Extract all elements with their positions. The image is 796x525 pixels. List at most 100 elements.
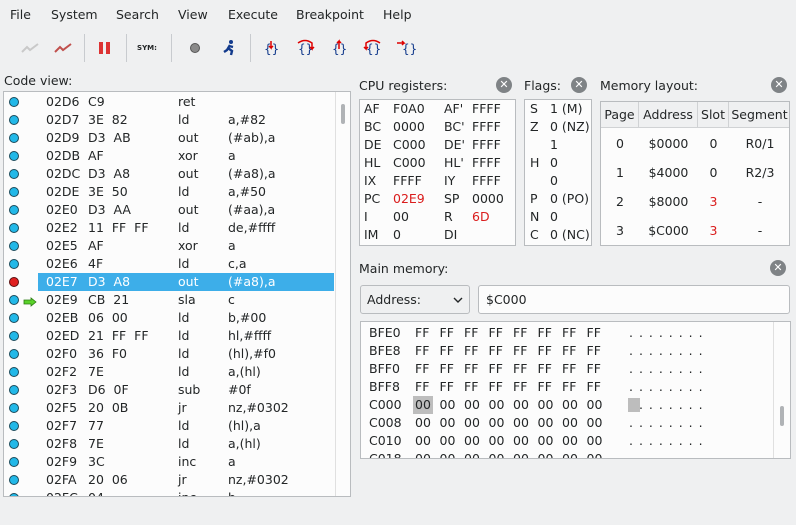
menu-search[interactable]: Search bbox=[116, 7, 159, 22]
main-memory-panel[interactable]: BFE0 FF FF FF FF FF FF FF FF. . . . . . . . BFE8 F… bbox=[360, 321, 791, 459]
code-row[interactable]: 02E7 D3 A8 out (#a8),a bbox=[38, 273, 334, 291]
header-address[interactable]: Address bbox=[639, 102, 698, 128]
memory-byte[interactable]: FF bbox=[462, 360, 480, 378]
code-row[interactable]: 02E9 CB 21 sla c bbox=[38, 291, 334, 309]
connect-button[interactable] bbox=[18, 35, 42, 61]
memory-byte[interactable]: 00 bbox=[438, 432, 458, 450]
breakpoint-marker[interactable] bbox=[9, 331, 19, 341]
memory-byte[interactable]: FF bbox=[560, 360, 578, 378]
memory-byte[interactable]: 00 bbox=[585, 396, 605, 414]
memory-byte[interactable]: 00 bbox=[560, 396, 580, 414]
code-row[interactable]: 02FA 20 06 jr nz,#0302 bbox=[38, 471, 334, 489]
memory-byte[interactable]: FF bbox=[413, 342, 431, 360]
memory-byte[interactable]: 00 bbox=[560, 450, 580, 458]
memory-byte[interactable]: 00 bbox=[487, 450, 507, 458]
code-row[interactable]: 02D6 C9 ret bbox=[38, 93, 334, 111]
memory-row[interactable]: BFF8 FF FF FF FF FF FF FF FF . . . . . . . . bbox=[369, 378, 769, 396]
memory-byte[interactable]: 00 bbox=[462, 432, 482, 450]
memory-byte[interactable]: FF bbox=[560, 342, 578, 360]
step-out-button[interactable]: {} bbox=[327, 35, 351, 61]
breakpoint-marker[interactable] bbox=[9, 169, 19, 179]
memory-byte[interactable]: FF bbox=[413, 360, 431, 378]
breakpoint-marker[interactable] bbox=[9, 295, 19, 305]
register-value[interactable]: 0000 bbox=[393, 118, 425, 136]
memory-row[interactable]: C000 00 00 00 00 00 00 00 00. . . . . . . . bbox=[369, 396, 769, 414]
header-segment[interactable]: Segment bbox=[729, 102, 789, 128]
breakpoint-marker[interactable] bbox=[9, 259, 19, 269]
address-mode-select[interactable]: Address: bbox=[360, 285, 470, 314]
memory-byte[interactable]: FF bbox=[585, 342, 603, 360]
memory-byte[interactable]: FF bbox=[438, 360, 456, 378]
memory-byte[interactable]: 00 bbox=[462, 396, 482, 414]
menu-execute[interactable]: Execute bbox=[228, 7, 278, 22]
memory-byte[interactable]: 00 bbox=[536, 396, 556, 414]
register-value[interactable]: C000 bbox=[393, 154, 426, 172]
memory-byte[interactable]: 00 bbox=[585, 432, 605, 450]
code-view-panel[interactable]: 02D6 C9 ret 02D7 3E 82 ld a,#82 02D9 D3 AB out (#a… bbox=[3, 91, 351, 497]
code-row[interactable]: 02F0 36 F0 ld (hl),#f0 bbox=[38, 345, 334, 363]
breakpoint-marker[interactable] bbox=[9, 493, 19, 496]
breakpoint-marker[interactable] bbox=[9, 241, 19, 251]
menu-breakpoint[interactable]: Breakpoint bbox=[296, 7, 364, 22]
code-row[interactable]: 02F7 77 ld (hl),a bbox=[38, 417, 334, 435]
register-value[interactable]: C000 bbox=[393, 136, 426, 154]
code-row[interactable]: 02F5 20 0B jr nz,#0302 bbox=[38, 399, 334, 417]
register-value[interactable]: F0A0 bbox=[393, 100, 425, 118]
memory-byte[interactable]: 00 bbox=[413, 414, 433, 432]
breakpoint-marker[interactable] bbox=[9, 115, 19, 125]
disconnect-button[interactable] bbox=[51, 35, 75, 61]
breakpoint-marker[interactable] bbox=[9, 187, 19, 197]
menu-file[interactable]: File bbox=[10, 7, 31, 22]
memory-byte[interactable]: 00 bbox=[438, 396, 458, 414]
memory-byte[interactable]: FF bbox=[413, 378, 431, 396]
flag-value[interactable]: 0 (NC) bbox=[550, 226, 590, 244]
breakpoint-marker[interactable] bbox=[9, 97, 19, 107]
code-row[interactable]: 02D9 D3 AB out (#ab),a bbox=[38, 129, 334, 147]
breakpoint-marker[interactable] bbox=[9, 205, 19, 215]
memory-byte[interactable]: 00 bbox=[487, 396, 507, 414]
memory-byte[interactable]: FF bbox=[438, 324, 456, 342]
code-row[interactable]: 02DE 3E 50 ld a,#50 bbox=[38, 183, 334, 201]
memory-scroll-handle[interactable] bbox=[780, 406, 784, 426]
memory-byte[interactable]: 00 bbox=[536, 414, 556, 432]
menu-view[interactable]: View bbox=[178, 7, 208, 22]
address-input[interactable]: $C000 bbox=[478, 285, 790, 314]
flag-value[interactable]: 0 bbox=[550, 172, 558, 190]
memory-byte[interactable]: FF bbox=[487, 324, 505, 342]
memory-byte[interactable]: FF bbox=[536, 324, 554, 342]
memory-row[interactable]: BFE8 FF FF FF FF FF FF FF FF . . . . . . . . bbox=[369, 342, 769, 360]
flag-value[interactable]: 1 (M) bbox=[550, 100, 582, 118]
breakpoint-marker[interactable] bbox=[9, 313, 19, 323]
memory-byte[interactable]: 00 bbox=[511, 396, 531, 414]
memory-byte[interactable]: 00 bbox=[413, 396, 433, 414]
memory-byte[interactable]: FF bbox=[462, 324, 480, 342]
register-value[interactable]: 0000 bbox=[472, 190, 504, 208]
memory-byte[interactable]: 00 bbox=[413, 432, 433, 450]
code-row[interactable]: 02EB 06 00 ld b,#00 bbox=[38, 309, 334, 327]
code-row[interactable]: 02D7 3E 82 ld a,#82 bbox=[38, 111, 334, 129]
breakpoint-button[interactable] bbox=[183, 35, 207, 61]
memory-byte[interactable]: FF bbox=[487, 378, 505, 396]
memory-byte[interactable]: FF bbox=[511, 342, 529, 360]
breakpoint-marker[interactable] bbox=[9, 151, 19, 161]
memory-row[interactable]: BFF0 FF FF FF FF FF FF FF FF . . . . . . . . bbox=[369, 360, 769, 378]
breakpoint-marker[interactable] bbox=[9, 421, 19, 431]
memory-byte[interactable]: FF bbox=[487, 360, 505, 378]
memory-byte[interactable]: 00 bbox=[487, 432, 507, 450]
flag-value[interactable]: 0 bbox=[550, 154, 558, 172]
memory-byte[interactable]: 00 bbox=[413, 450, 433, 458]
register-value[interactable]: 0 bbox=[393, 226, 401, 244]
flag-value[interactable]: 0 (NZ) bbox=[550, 118, 590, 136]
memory-byte[interactable]: 00 bbox=[536, 450, 556, 458]
code-row[interactable]: 02F3 D6 0F sub #0f bbox=[38, 381, 334, 399]
code-row[interactable]: 02E2 11 FF FF ld de,#ffff bbox=[38, 219, 334, 237]
run-to-button[interactable]: {} bbox=[395, 35, 419, 61]
register-value[interactable]: 6D bbox=[472, 208, 490, 226]
breakpoint-marker[interactable] bbox=[9, 133, 19, 143]
step-back-button[interactable]: {} bbox=[361, 35, 385, 61]
memory-byte[interactable]: FF bbox=[462, 378, 480, 396]
code-row[interactable]: 02E0 D3 AA out (#aa),a bbox=[38, 201, 334, 219]
memory-byte[interactable]: 00 bbox=[462, 450, 482, 458]
memory-byte[interactable]: 00 bbox=[585, 414, 605, 432]
memory-byte[interactable]: FF bbox=[560, 324, 578, 342]
